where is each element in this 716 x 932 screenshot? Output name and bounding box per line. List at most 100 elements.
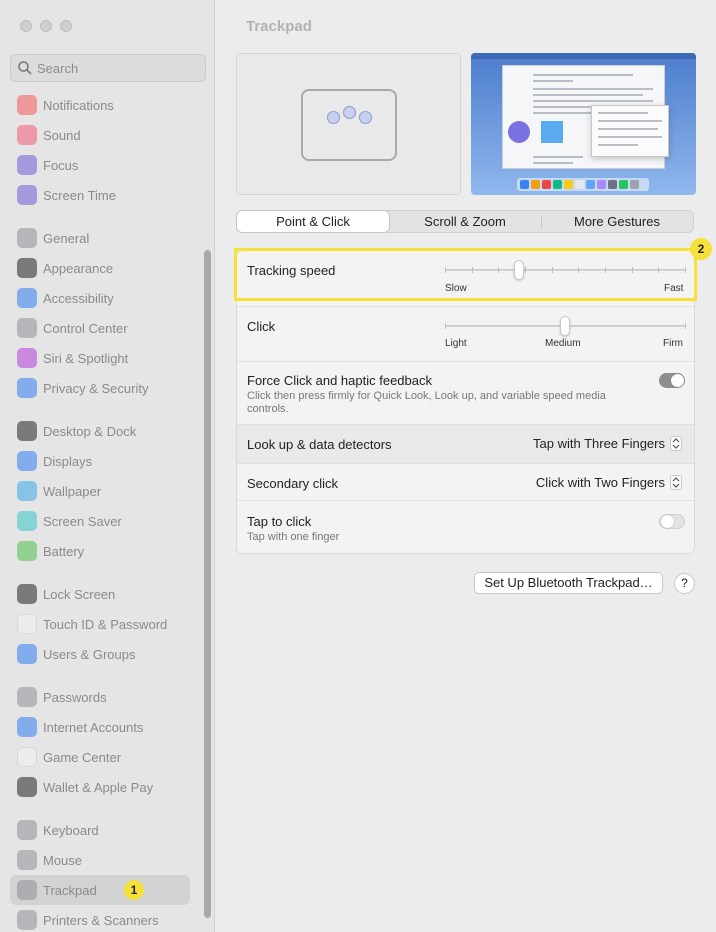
window-controls bbox=[20, 20, 72, 32]
sidebar-item-label: Appearance bbox=[43, 260, 114, 276]
sidebar-item-users-groups[interactable]: Users & Groups bbox=[0, 639, 200, 669]
sidebar-item-label: Wallpaper bbox=[43, 483, 102, 499]
firm-label: Firm bbox=[663, 338, 683, 349]
tap-to-click-toggle[interactable] bbox=[659, 514, 685, 529]
page-title: Trackpad bbox=[246, 18, 312, 35]
gear-icon bbox=[17, 228, 37, 248]
force-click-label: Force Click and haptic feedback bbox=[247, 373, 432, 388]
sidebar-item-label: Desktop & Dock bbox=[43, 423, 137, 439]
help-button[interactable]: ? bbox=[674, 573, 695, 594]
siri-icon bbox=[17, 348, 37, 368]
secondary-click-popup[interactable]: Click with Two Fingers bbox=[536, 475, 682, 490]
dock-icon bbox=[17, 421, 37, 441]
sidebar-item-label: Focus bbox=[43, 157, 79, 173]
sidebar-item-general[interactable]: General bbox=[0, 223, 200, 253]
sidebar-item-screen-time[interactable]: Screen Time bbox=[0, 180, 200, 210]
sidebar-item-focus[interactable]: Focus bbox=[0, 150, 200, 180]
sidebar-item-label: Screen Saver bbox=[43, 513, 122, 529]
slider-thumb[interactable] bbox=[560, 316, 570, 336]
battery-icon bbox=[17, 541, 37, 561]
sidebar-item-touch-id-password[interactable]: Touch ID & Password bbox=[0, 609, 200, 639]
lookup-row: Look up & data detectors Tap with Three … bbox=[237, 425, 694, 464]
sidebar-item-label: Printers & Scanners bbox=[43, 912, 159, 928]
sidebar-item-label: Trackpad bbox=[43, 882, 97, 898]
zoom-button[interactable] bbox=[60, 20, 72, 32]
tab-scroll-zoom[interactable]: Scroll & Zoom bbox=[389, 211, 541, 232]
sidebar-item-label: Keyboard bbox=[43, 822, 99, 838]
setup-bluetooth-trackpad-button[interactable]: Set Up Bluetooth Trackpad… bbox=[474, 572, 663, 594]
sidebar-item-label: Control Center bbox=[43, 320, 128, 336]
sidebar-item-wallet-apple-pay[interactable]: Wallet & Apple Pay bbox=[0, 772, 200, 802]
sidebar-item-game-center[interactable]: Game Center bbox=[0, 742, 200, 772]
hourglass-icon bbox=[17, 185, 37, 205]
sidebar-item-label: Screen Time bbox=[43, 187, 116, 203]
dock-illustration bbox=[517, 178, 649, 191]
click-pressure-slider[interactable] bbox=[445, 316, 686, 336]
sidebar-item-lock-screen[interactable]: Lock Screen bbox=[0, 579, 200, 609]
click-row: Click Light Medium Firm bbox=[237, 307, 694, 362]
sidebar-item-screen-saver[interactable]: Screen Saver bbox=[0, 506, 200, 536]
search-icon bbox=[18, 61, 32, 75]
sidebar-item-label: Siri & Spotlight bbox=[43, 350, 129, 366]
main-pane: Trackpad Point & Click Scroll & Zoom Mor… bbox=[216, 0, 716, 932]
sidebar-item-privacy-security[interactable]: Privacy & Security bbox=[0, 373, 200, 403]
sidebar-item-sound[interactable]: Sound bbox=[0, 120, 200, 150]
sidebar-item-internet-accounts[interactable]: Internet Accounts bbox=[0, 712, 200, 742]
sidebar-item-keyboard[interactable]: Keyboard bbox=[0, 815, 200, 845]
click-label: Click bbox=[247, 319, 276, 334]
users-icon bbox=[17, 644, 37, 664]
tab-point-click[interactable]: Point & Click bbox=[237, 211, 389, 232]
control-center-icon bbox=[17, 318, 37, 338]
search-input[interactable] bbox=[37, 60, 197, 76]
sidebar-item-trackpad[interactable]: Trackpad 1 bbox=[10, 875, 190, 905]
sidebar-item-label: Sound bbox=[43, 127, 81, 143]
sun-icon bbox=[17, 451, 37, 471]
lookup-value: Tap with Three Fingers bbox=[533, 436, 665, 451]
trackpad-illustration-icon bbox=[301, 89, 397, 161]
chevron-updown-icon bbox=[670, 436, 682, 451]
lookup-popup[interactable]: Tap with Three Fingers bbox=[533, 436, 682, 451]
sidebar-list: Notifications Sound Focus Screen Time Genera… bbox=[0, 90, 200, 932]
speaker-icon bbox=[17, 125, 37, 145]
sidebar-item-label: Users & Groups bbox=[43, 646, 136, 662]
search-field[interactable] bbox=[10, 54, 206, 82]
force-click-toggle[interactable] bbox=[659, 373, 685, 388]
sidebar-item-printers-scanners[interactable]: Printers & Scanners bbox=[0, 905, 200, 932]
sidebar-item-label: Mouse bbox=[43, 852, 83, 868]
secondary-click-row: Secondary click Click with Two Fingers bbox=[237, 464, 694, 501]
sidebar-item-passwords[interactable]: Passwords bbox=[0, 682, 200, 712]
sidebar-scrollbar[interactable] bbox=[204, 250, 211, 918]
sidebar-item-wallpaper[interactable]: Wallpaper bbox=[0, 476, 200, 506]
tap-to-click-description: Tap with one finger bbox=[247, 531, 340, 543]
tab-bar: Point & Click Scroll & Zoom More Gesture… bbox=[236, 210, 694, 233]
appearance-icon bbox=[17, 258, 37, 278]
close-button[interactable] bbox=[20, 20, 32, 32]
sidebar-item-label: Battery bbox=[43, 543, 85, 559]
minimize-button[interactable] bbox=[40, 20, 52, 32]
mouse-icon bbox=[17, 850, 37, 870]
wallpaper-icon bbox=[17, 481, 37, 501]
sidebar-item-displays[interactable]: Displays bbox=[0, 446, 200, 476]
sidebar-item-label: Accessibility bbox=[43, 290, 114, 306]
step-badge: 2 bbox=[690, 238, 712, 260]
sidebar-item-siri-spotlight[interactable]: Siri & Spotlight bbox=[0, 343, 200, 373]
lookup-label: Look up & data detectors bbox=[247, 437, 392, 452]
key-icon bbox=[17, 687, 37, 707]
fingerprint-icon bbox=[17, 614, 37, 634]
sidebar-item-label: Notifications bbox=[43, 97, 114, 113]
sidebar-item-desktop-dock[interactable]: Desktop & Dock bbox=[0, 416, 200, 446]
sidebar-item-mouse[interactable]: Mouse bbox=[0, 845, 200, 875]
moon-icon bbox=[17, 155, 37, 175]
sidebar-item-appearance[interactable]: Appearance bbox=[0, 253, 200, 283]
sidebar-item-label: Wallet & Apple Pay bbox=[43, 779, 154, 795]
sidebar-item-battery[interactable]: Battery bbox=[0, 536, 200, 566]
trackpad-icon bbox=[17, 880, 37, 900]
tap-to-click-row: Tap to click Tap with one finger bbox=[237, 501, 694, 553]
tab-more-gestures[interactable]: More Gestures bbox=[541, 211, 693, 232]
sidebar-item-notifications[interactable]: Notifications bbox=[0, 90, 200, 120]
medium-label: Medium bbox=[545, 338, 581, 349]
sidebar-item-label: Internet Accounts bbox=[43, 719, 144, 735]
sidebar-item-control-center[interactable]: Control Center bbox=[0, 313, 200, 343]
sidebar-item-accessibility[interactable]: Accessibility bbox=[0, 283, 200, 313]
bell-icon bbox=[17, 95, 37, 115]
